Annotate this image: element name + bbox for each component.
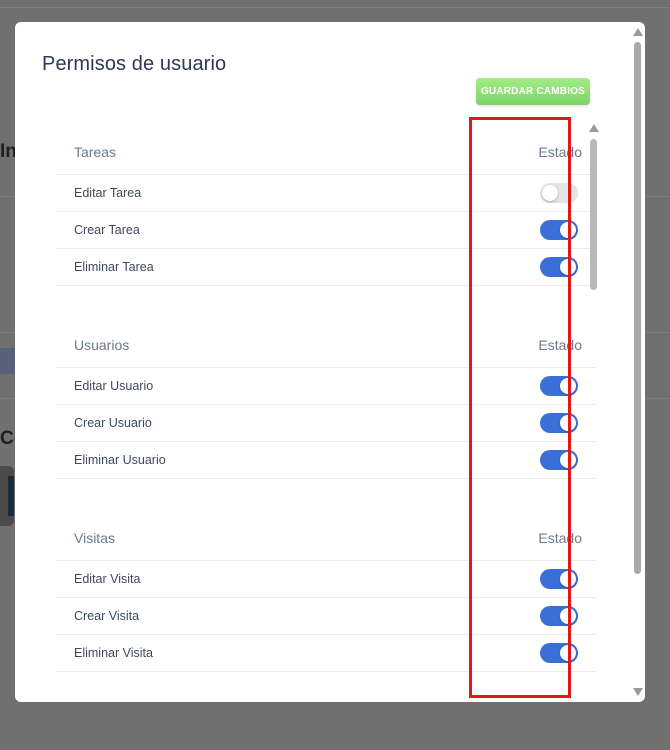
estado-column-header: Estado xyxy=(538,337,582,353)
scroll-up-arrow-icon[interactable] xyxy=(589,124,599,132)
permission-row: Crear Usuario xyxy=(56,405,596,442)
permission-label: Editar Tarea xyxy=(74,186,142,200)
permission-row: Crear Visita xyxy=(56,598,596,635)
permission-toggle[interactable] xyxy=(540,450,578,470)
permission-toggle[interactable] xyxy=(540,643,578,663)
section-title: Usuarios xyxy=(74,337,130,353)
permission-toggle[interactable] xyxy=(540,413,578,433)
toggle-knob xyxy=(560,452,576,468)
permission-section: ComitéEstado xyxy=(56,672,596,702)
permission-label: Crear Tarea xyxy=(74,223,140,237)
section-header: Usuarios Estado xyxy=(56,320,596,368)
scrollbar-thumb[interactable] xyxy=(590,139,597,290)
estado-column-header: Estado xyxy=(538,530,582,546)
panel-scrollbar[interactable] xyxy=(588,122,600,724)
permission-label: Crear Visita xyxy=(74,609,140,623)
modal-scrollbar[interactable] xyxy=(631,28,643,702)
permission-label: Crear Usuario xyxy=(74,416,152,430)
permission-section: Tareas Estado Editar Tarea Crear Tarea Elimi… xyxy=(56,122,596,286)
permission-toggle[interactable] xyxy=(540,183,578,203)
background-button-fragment xyxy=(0,348,16,374)
permission-label: Editar Visita xyxy=(74,572,141,586)
toggle-knob xyxy=(560,415,576,431)
section-header: Tareas Estado xyxy=(56,122,596,175)
toggle-knob xyxy=(560,608,576,624)
section-title: Visitas xyxy=(74,530,115,546)
permission-toggle[interactable] xyxy=(540,220,578,240)
toggle-knob xyxy=(560,571,576,587)
permission-toggle[interactable] xyxy=(540,257,578,277)
toggle-knob xyxy=(560,259,576,275)
section-title: Tareas xyxy=(74,144,117,160)
permission-row: Crear Tarea xyxy=(56,212,596,249)
permission-row: Eliminar Visita xyxy=(56,635,596,672)
toggle-knob xyxy=(560,378,576,394)
permission-label: Eliminar Usuario xyxy=(74,453,166,467)
permission-section: Visitas Estado Editar Visita Crear Visita El… xyxy=(56,479,596,672)
permission-row: Editar Tarea xyxy=(56,175,596,212)
toggle-knob xyxy=(542,185,558,201)
permission-toggle[interactable] xyxy=(540,606,578,626)
toggle-knob xyxy=(560,645,576,661)
estado-column-header: Estado xyxy=(538,144,582,160)
toggle-knob xyxy=(560,222,576,238)
permission-row: Eliminar Tarea xyxy=(56,249,596,286)
permission-row: Editar Visita xyxy=(56,561,596,598)
scroll-up-arrow-icon[interactable] xyxy=(633,28,643,36)
permission-label: Eliminar Visita xyxy=(74,646,153,660)
permission-toggle[interactable] xyxy=(540,376,578,396)
background-image-detail xyxy=(8,476,14,516)
background-divider xyxy=(0,7,670,8)
scrollbar-thumb[interactable] xyxy=(634,42,641,574)
modal-title: Permisos de usuario xyxy=(42,53,227,75)
permissions-panel[interactable]: Tareas Estado Editar Tarea Crear Tarea Elimi… xyxy=(56,122,596,702)
permission-label: Editar Usuario xyxy=(74,379,154,393)
permission-section: Usuarios Estado Editar Usuario Crear Usuari… xyxy=(56,286,596,479)
permission-label: Eliminar Tarea xyxy=(74,260,154,274)
permissions-modal: Permisos de usuario GUARDAR CAMBIOS Tare… xyxy=(15,22,645,702)
save-changes-button[interactable]: GUARDAR CAMBIOS xyxy=(476,78,590,105)
scroll-down-arrow-icon[interactable] xyxy=(633,688,643,696)
permission-toggle[interactable] xyxy=(540,569,578,589)
permission-row: Eliminar Usuario xyxy=(56,442,596,479)
permission-row: Editar Usuario xyxy=(56,368,596,405)
section-header: Visitas Estado xyxy=(56,513,596,561)
